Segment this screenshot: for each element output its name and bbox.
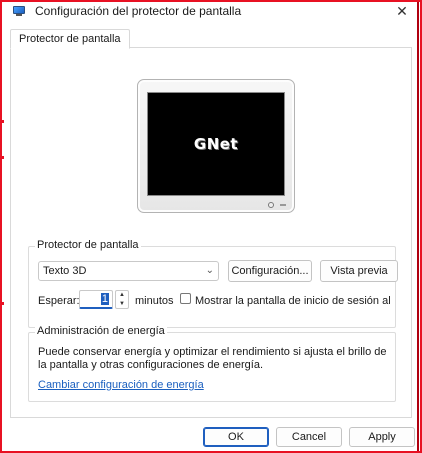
show-logon-label[interactable]: Mostrar la pantalla de inicio de sesión … xyxy=(195,295,394,307)
screensaver-group: Protector de pantalla Texto 3D ⌄ Configu… xyxy=(28,239,398,328)
monitor-preview: GNet xyxy=(137,79,295,213)
wait-label: Esperar: xyxy=(38,295,80,307)
cancel-button[interactable]: Cancel xyxy=(276,427,342,447)
monitor-power-led-icon xyxy=(268,202,274,208)
window-title: Configuración del protector de pantalla xyxy=(35,4,242,18)
tab-strip: Protector de pantalla xyxy=(10,29,412,49)
power-description: Puede conservar energía y optimizar el r… xyxy=(38,346,387,371)
tab-panel: GNet Protector de pantalla Texto 3D ⌄ Co… xyxy=(10,47,412,418)
frame-mark xyxy=(2,302,4,305)
power-group-title: Administración de energía xyxy=(35,325,167,337)
frame-mark xyxy=(2,120,4,123)
minutes-label: minutos xyxy=(135,295,174,307)
preview-screen: GNet xyxy=(147,92,285,196)
arrow-up-icon[interactable]: ▲ xyxy=(116,291,128,299)
wait-minutes-input[interactable]: 1 xyxy=(79,290,113,309)
monitor-foot xyxy=(280,204,286,206)
change-power-settings-link[interactable]: Cambiar configuración de energía xyxy=(38,379,204,391)
ok-button[interactable]: OK xyxy=(203,427,269,447)
screensaver-app-icon xyxy=(12,5,26,17)
title-bar: Configuración del protector de pantalla … xyxy=(2,2,418,20)
settings-button[interactable]: Configuración... xyxy=(228,260,312,282)
wait-minutes-value: 1 xyxy=(100,293,109,305)
apply-button[interactable]: Apply xyxy=(349,427,415,447)
power-management-group: Administración de energía Puede conserva… xyxy=(28,325,396,402)
arrow-down-icon[interactable]: ▼ xyxy=(116,300,128,308)
preview-button[interactable]: Vista previa xyxy=(320,260,398,282)
screensaver-select-value: Texto 3D xyxy=(43,265,87,277)
close-button[interactable]: ✕ xyxy=(392,2,412,20)
frame-mark xyxy=(2,156,4,159)
screensaver-select[interactable]: Texto 3D ⌄ xyxy=(38,261,219,281)
show-logon-checkbox[interactable] xyxy=(180,293,191,304)
preview-screen-text: GNet xyxy=(193,135,239,153)
screensaver-group-title: Protector de pantalla xyxy=(35,239,141,251)
chevron-down-icon: ⌄ xyxy=(205,265,214,276)
tab-screensaver[interactable]: Protector de pantalla xyxy=(10,29,130,49)
wait-minutes-stepper[interactable]: ▲ ▼ xyxy=(115,290,129,309)
